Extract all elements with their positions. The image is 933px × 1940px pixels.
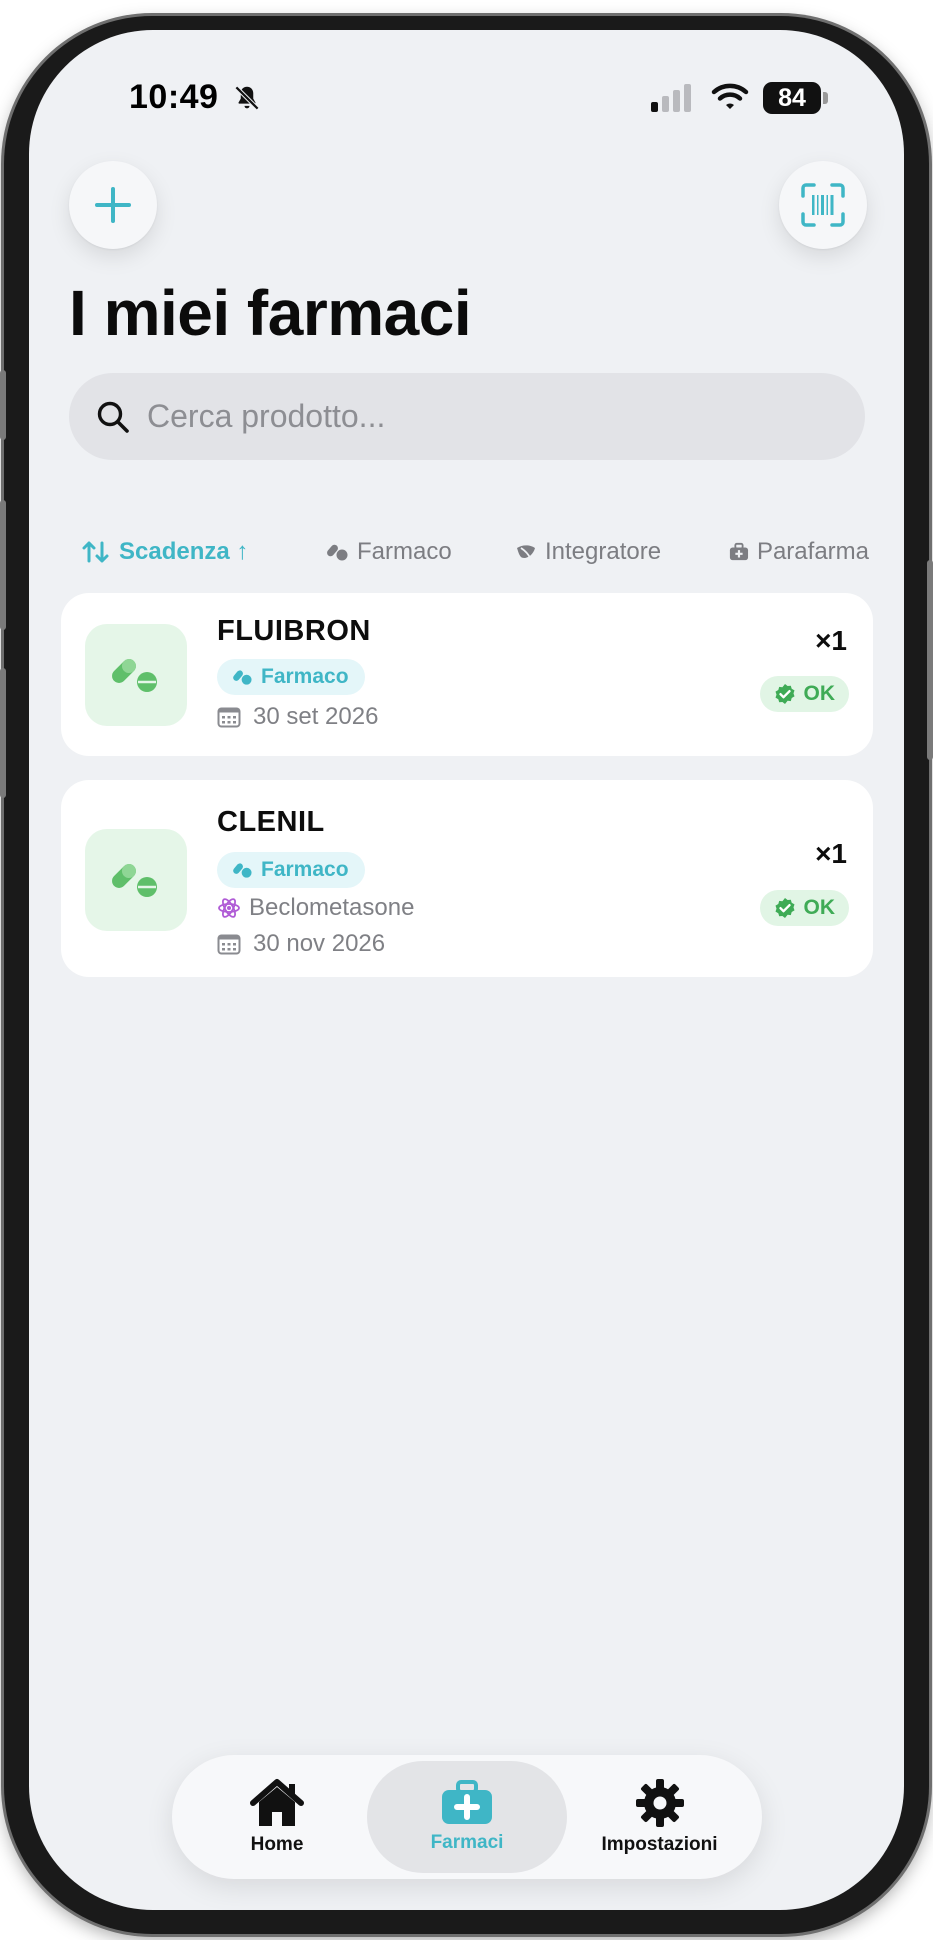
atom-icon: [218, 898, 240, 918]
category-tag: Farmaco: [217, 659, 365, 695]
bottom-tab-bar: Home Farmaci Impostazioni: [172, 1755, 762, 1879]
search-input[interactable]: Cerca prodotto...: [69, 373, 865, 460]
filter-parafarma-label: Parafarma: [756, 538, 869, 565]
pills-icon: [112, 659, 157, 692]
expiry-date: 30 set 2026: [217, 703, 378, 731]
battery-cap: [823, 92, 828, 104]
filter-farmaco[interactable]: Farmaco: [327, 532, 452, 572]
pills-icon: [327, 544, 348, 561]
category-label: Farmaco: [261, 665, 349, 688]
active-ingredient: Beclometasone: [217, 894, 414, 922]
cellular-signal-icon: [651, 84, 691, 112]
product-card[interactable]: CLENIL Farmaco Beclometasone 30 nov 2026…: [61, 780, 873, 977]
filter-sort-expiry[interactable]: Scadenza ↑: [81, 532, 248, 572]
category-tag: Farmaco: [217, 852, 365, 888]
tab-impostazioni-label: Impostazioni: [601, 1834, 718, 1855]
tab-farmaci[interactable]: Farmaci: [367, 1761, 567, 1873]
quantity-label: ×1: [815, 625, 847, 656]
leaf-icon: [517, 545, 535, 559]
pills-icon: [112, 864, 157, 897]
tab-home-label: Home: [250, 1834, 304, 1855]
battery-level: 84: [763, 82, 821, 114]
check-badge-icon: [775, 684, 794, 704]
filter-integratore[interactable]: Integratore: [515, 532, 661, 572]
app-screen: 10:49 84 I miei farmaci Cerca prodotto..…: [29, 30, 904, 1910]
search-icon: [97, 401, 129, 433]
filter-sort-label: Scadenza ↑: [119, 538, 249, 565]
status-label: OK: [803, 682, 836, 705]
medkit-icon: [442, 1780, 492, 1824]
filter-integratore-label: Integratore: [545, 538, 662, 565]
page-title: I miei farmaci: [69, 277, 472, 349]
filter-farmaco-label: Farmaco: [357, 538, 452, 565]
status-time: 10:49: [129, 78, 219, 116]
filter-parafarma[interactable]: Parafarma: [729, 532, 869, 572]
side-button-power: [927, 560, 933, 760]
tab-impostazioni[interactable]: Impostazioni: [572, 1755, 747, 1879]
side-button-silent: [0, 370, 6, 440]
home-icon: [250, 1779, 304, 1826]
side-button-volume-down: [0, 668, 6, 798]
product-card[interactable]: FLUIBRON Farmaco 30 set 2026 ×1 OK: [61, 593, 873, 756]
product-thumbnail: [85, 829, 187, 931]
status-badge: OK: [759, 890, 849, 926]
side-button-volume-up: [0, 500, 6, 630]
medkit-icon: [729, 542, 749, 561]
tab-home[interactable]: Home: [212, 1755, 342, 1879]
add-product-button[interactable]: [69, 161, 157, 249]
wifi-icon: [711, 83, 749, 109]
pills-icon: [233, 863, 252, 878]
status-badge: OK: [759, 676, 849, 712]
bell-muted-icon: [234, 85, 260, 111]
check-badge-icon: [775, 898, 794, 918]
plus-icon: [95, 187, 131, 223]
battery-indicator: 84: [763, 82, 829, 114]
calendar-icon: [217, 934, 241, 955]
barcode-scan-icon: [801, 183, 845, 227]
product-thumbnail: [85, 624, 187, 726]
expiry-date: 30 nov 2026: [217, 930, 385, 958]
pills-icon: [233, 670, 252, 685]
scan-barcode-button[interactable]: [779, 161, 867, 249]
search-placeholder: Cerca prodotto...: [147, 398, 386, 434]
category-label: Farmaco: [261, 858, 349, 881]
gear-icon: [635, 1779, 684, 1827]
active-ingredient-label: Beclometasone: [249, 894, 415, 921]
quantity-label: ×1: [815, 838, 847, 869]
status-label: OK: [803, 896, 836, 919]
expiry-date-label: 30 set 2026: [253, 703, 379, 730]
expiry-date-label: 30 nov 2026: [253, 930, 386, 957]
product-name: CLENIL: [217, 806, 325, 838]
tab-farmaci-label: Farmaci: [430, 1832, 504, 1853]
calendar-icon: [217, 707, 241, 728]
sort-icon: [82, 541, 109, 563]
product-name: FLUIBRON: [217, 615, 371, 647]
